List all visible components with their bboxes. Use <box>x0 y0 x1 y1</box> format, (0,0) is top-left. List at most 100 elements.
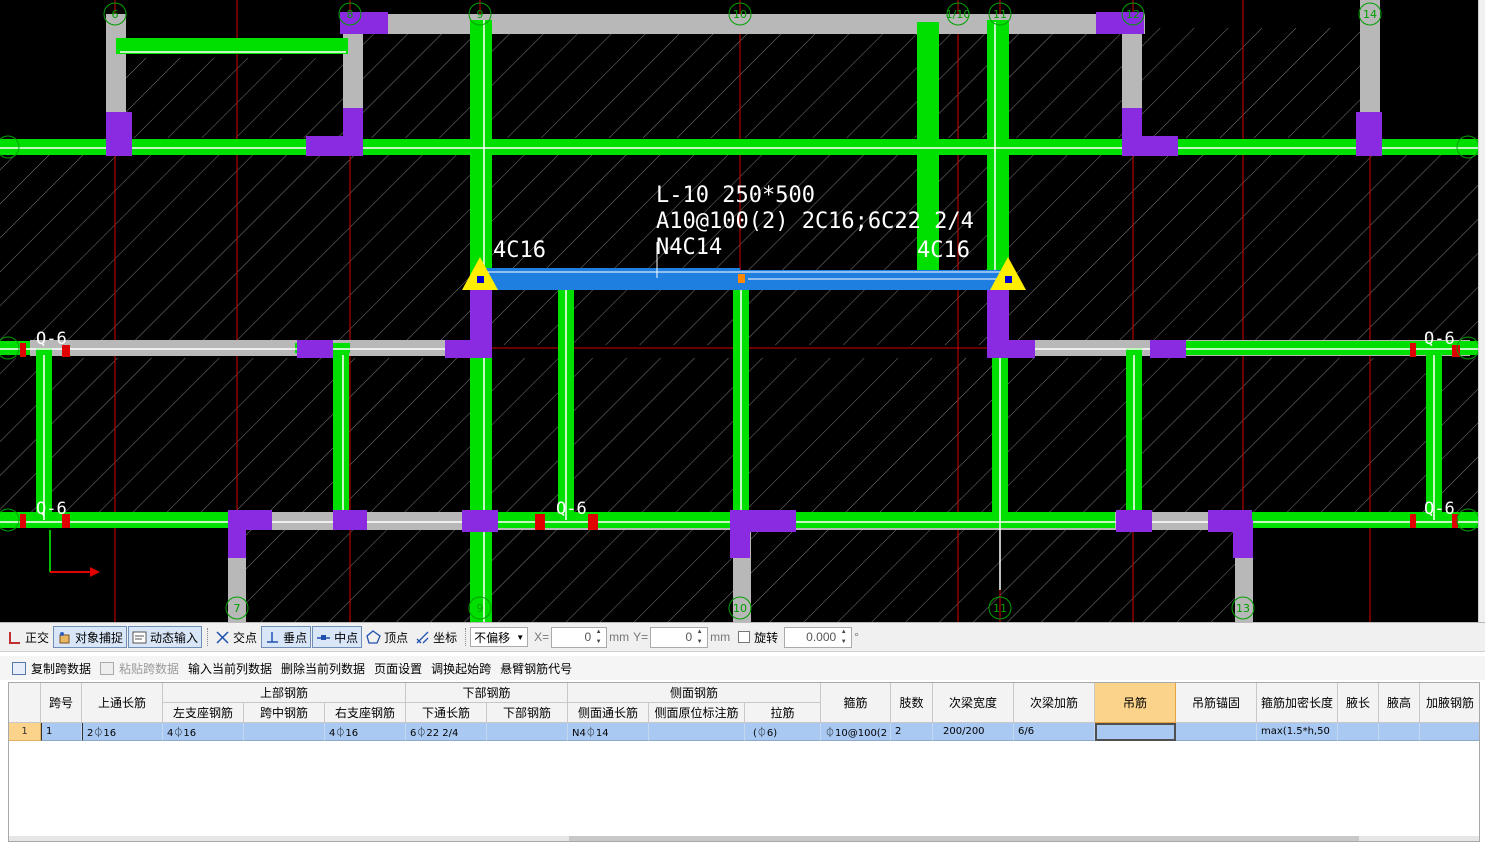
col-span-no[interactable]: 跨号 <box>41 683 82 723</box>
col-bottom-through[interactable]: 下通长筋 <box>406 703 487 723</box>
paste-icon <box>100 661 115 675</box>
delete-column-button[interactable]: 删除当前列数据 <box>281 660 365 677</box>
x-coordinate-input[interactable]: 0 ▲ ▼ <box>551 626 608 648</box>
dynamic-input-icon <box>132 630 147 645</box>
col-bottom[interactable]: 下部钢筋 <box>487 703 568 723</box>
annotation-line-3: N4C14 <box>656 235 722 260</box>
separator <box>207 628 209 646</box>
col-mid-span[interactable]: 跨中钢筋 <box>244 703 325 723</box>
adjust-start-span-button[interactable]: 调换起始跨 <box>431 660 491 677</box>
annotation-line-1: L-10 250*500 <box>656 183 815 208</box>
coordinate-snap[interactable]: 坐标 <box>412 626 460 648</box>
cell-tie[interactable]: (⏀6) <box>745 723 821 741</box>
table-horizontal-scrollbar[interactable] <box>9 836 1479 841</box>
cell-right-support[interactable]: 4⏀16 <box>325 723 406 741</box>
svg-text:7: 7 <box>234 602 241 615</box>
beam-label: Q-6 <box>556 499 587 519</box>
col-hanger[interactable]: 吊筋 <box>1095 683 1176 723</box>
cell-side-through[interactable]: N4⏀14 <box>568 723 649 741</box>
group-top-rebar: 上部钢筋 <box>163 683 406 703</box>
col-left-support[interactable]: 左支座钢筋 <box>163 703 244 723</box>
cad-canvas[interactable]: L-10 250*500 A10@100(2) 2C16;6C22 2/4 N4… <box>0 0 1478 622</box>
cell-span-no[interactable]: 1 <box>41 723 82 741</box>
cell-hanger[interactable] <box>1095 723 1176 741</box>
midpoint-icon <box>316 630 331 645</box>
y-label: Y= <box>633 630 649 644</box>
offset-mode-select[interactable]: 不偏移 ▼ <box>470 627 529 647</box>
cell-bottom[interactable] <box>487 723 568 741</box>
col-top-through[interactable]: 上通长筋 <box>82 683 163 723</box>
cantilever-code-button[interactable]: 悬臂钢筋代号 <box>500 660 572 677</box>
perpendicular-icon <box>265 630 280 645</box>
midpoint-snap[interactable]: 中点 <box>312 626 363 648</box>
cell-haunch-bar[interactable] <box>1420 723 1479 741</box>
ortho-toggle[interactable]: 正交 <box>4 626 52 648</box>
col-side-through[interactable]: 侧面通长筋 <box>568 703 649 723</box>
cell-secondary-width[interactable]: 200/200 <box>933 723 1014 741</box>
svg-text:12: 12 <box>1126 8 1140 21</box>
page-setup-button[interactable]: 页面设置 <box>374 660 422 677</box>
right-support-label: 4C16 <box>917 238 970 263</box>
cell-stirrup-dense[interactable]: max(1.5*h,50 <box>1257 723 1338 741</box>
col-stirrup-dense[interactable]: 箍筋加密长度 <box>1257 683 1338 723</box>
col-secondary-width[interactable]: 次梁宽度 <box>933 683 1014 723</box>
col-hanger-anchor[interactable]: 吊筋锚固 <box>1176 683 1257 723</box>
cell-stirrup[interactable]: ⏀10@100(2 <box>821 723 891 741</box>
beam-label: Q-6 <box>36 499 67 519</box>
intersection-snap[interactable]: 交点 <box>212 626 260 648</box>
col-tie[interactable]: 拉筋 <box>745 703 821 723</box>
chevron-down-icon: ▼ <box>516 632 525 642</box>
copy-icon <box>12 661 26 675</box>
vertex-snap[interactable]: 顶点 <box>363 626 411 648</box>
svg-text:9: 9 <box>477 602 484 615</box>
cell-bottom-through[interactable]: 6⏀22 2/4 <box>406 723 487 741</box>
input-column-button[interactable]: 输入当前列数据 <box>188 660 272 677</box>
rotate-spinner[interactable]: ▲ ▼ <box>839 628 848 647</box>
col-haunch-length[interactable]: 腋长 <box>1338 683 1379 723</box>
cad-vertical-scrollbar[interactable] <box>1478 0 1485 622</box>
beam-label: Q-6 <box>36 329 67 349</box>
paste-span-button[interactable]: 粘贴跨数据 <box>100 660 179 677</box>
x-spinner[interactable]: ▲ ▼ <box>594 628 603 647</box>
col-legs[interactable]: 肢数 <box>891 683 933 723</box>
col-haunch-height[interactable]: 腋高 <box>1379 683 1420 723</box>
perpendicular-snap[interactable]: 垂点 <box>261 626 312 648</box>
span-action-bar: 复制跨数据 粘贴跨数据 输入当前列数据 删除当前列数据 页面设置 调换起始跨 悬… <box>0 656 1485 680</box>
col-haunch-bar[interactable]: 加腋钢筋 <box>1420 683 1479 723</box>
copy-span-button[interactable]: 复制跨数据 <box>12 660 91 677</box>
x-label: X= <box>534 630 550 644</box>
svg-text:13: 13 <box>1236 602 1250 615</box>
y-spinner[interactable]: ▲ ▼ <box>695 628 704 647</box>
separator <box>465 628 467 646</box>
row-number[interactable]: 1 <box>9 723 41 741</box>
col-side-original[interactable]: 侧面原位标注筋 <box>649 703 745 723</box>
cell-secondary-add[interactable]: 6/6 <box>1014 723 1095 741</box>
cell-left-support[interactable]: 4⏀16 <box>163 723 244 741</box>
rotate-label: 旋转 <box>754 630 779 645</box>
object-snap-toggle[interactable]: 对象捕捉 <box>53 626 128 648</box>
cad-drawing[interactable]: L-10 250*500 A10@100(2) 2C16;6C22 2/4 N4… <box>0 0 1478 622</box>
col-stirrup[interactable]: 箍筋 <box>821 683 891 723</box>
cell-top-through[interactable]: 2⏀16 <box>82 723 163 741</box>
vertex-icon <box>366 629 381 645</box>
cell-haunch-height[interactable] <box>1379 723 1420 741</box>
beam-label: Q-6 <box>1424 329 1455 349</box>
rotate-angle-input[interactable]: 0.000 ▲ ▼ <box>784 626 853 648</box>
cell-haunch-length[interactable] <box>1338 723 1379 741</box>
col-right-support[interactable]: 右支座钢筋 <box>325 703 406 723</box>
cell-side-original[interactable] <box>649 723 745 741</box>
dynamic-input-toggle[interactable]: 动态输入 <box>128 626 203 648</box>
cell-hanger-anchor[interactable] <box>1176 723 1257 741</box>
degree-label: ° <box>854 630 859 644</box>
y-coordinate-input[interactable]: 0 ▲ ▼ <box>650 626 709 648</box>
scrollbar-thumb[interactable] <box>569 836 1359 841</box>
span-table[interactable]: 跨号 上通长筋 上部钢筋 左支座钢筋 跨中钢筋 右支座钢筋 下部钢筋 下通长筋 … <box>8 682 1480 842</box>
col-secondary-add[interactable]: 次梁加筋 <box>1014 683 1095 723</box>
svg-text:8: 8 <box>347 8 354 21</box>
rotate-checkbox[interactable] <box>738 631 751 643</box>
beam-label: Q-6 <box>1424 499 1455 519</box>
cell-legs[interactable]: 2 <box>891 723 933 741</box>
x-unit: mm <box>609 630 630 644</box>
group-side-rebar: 侧面钢筋 <box>568 683 821 703</box>
cell-mid-span[interactable] <box>244 723 325 741</box>
